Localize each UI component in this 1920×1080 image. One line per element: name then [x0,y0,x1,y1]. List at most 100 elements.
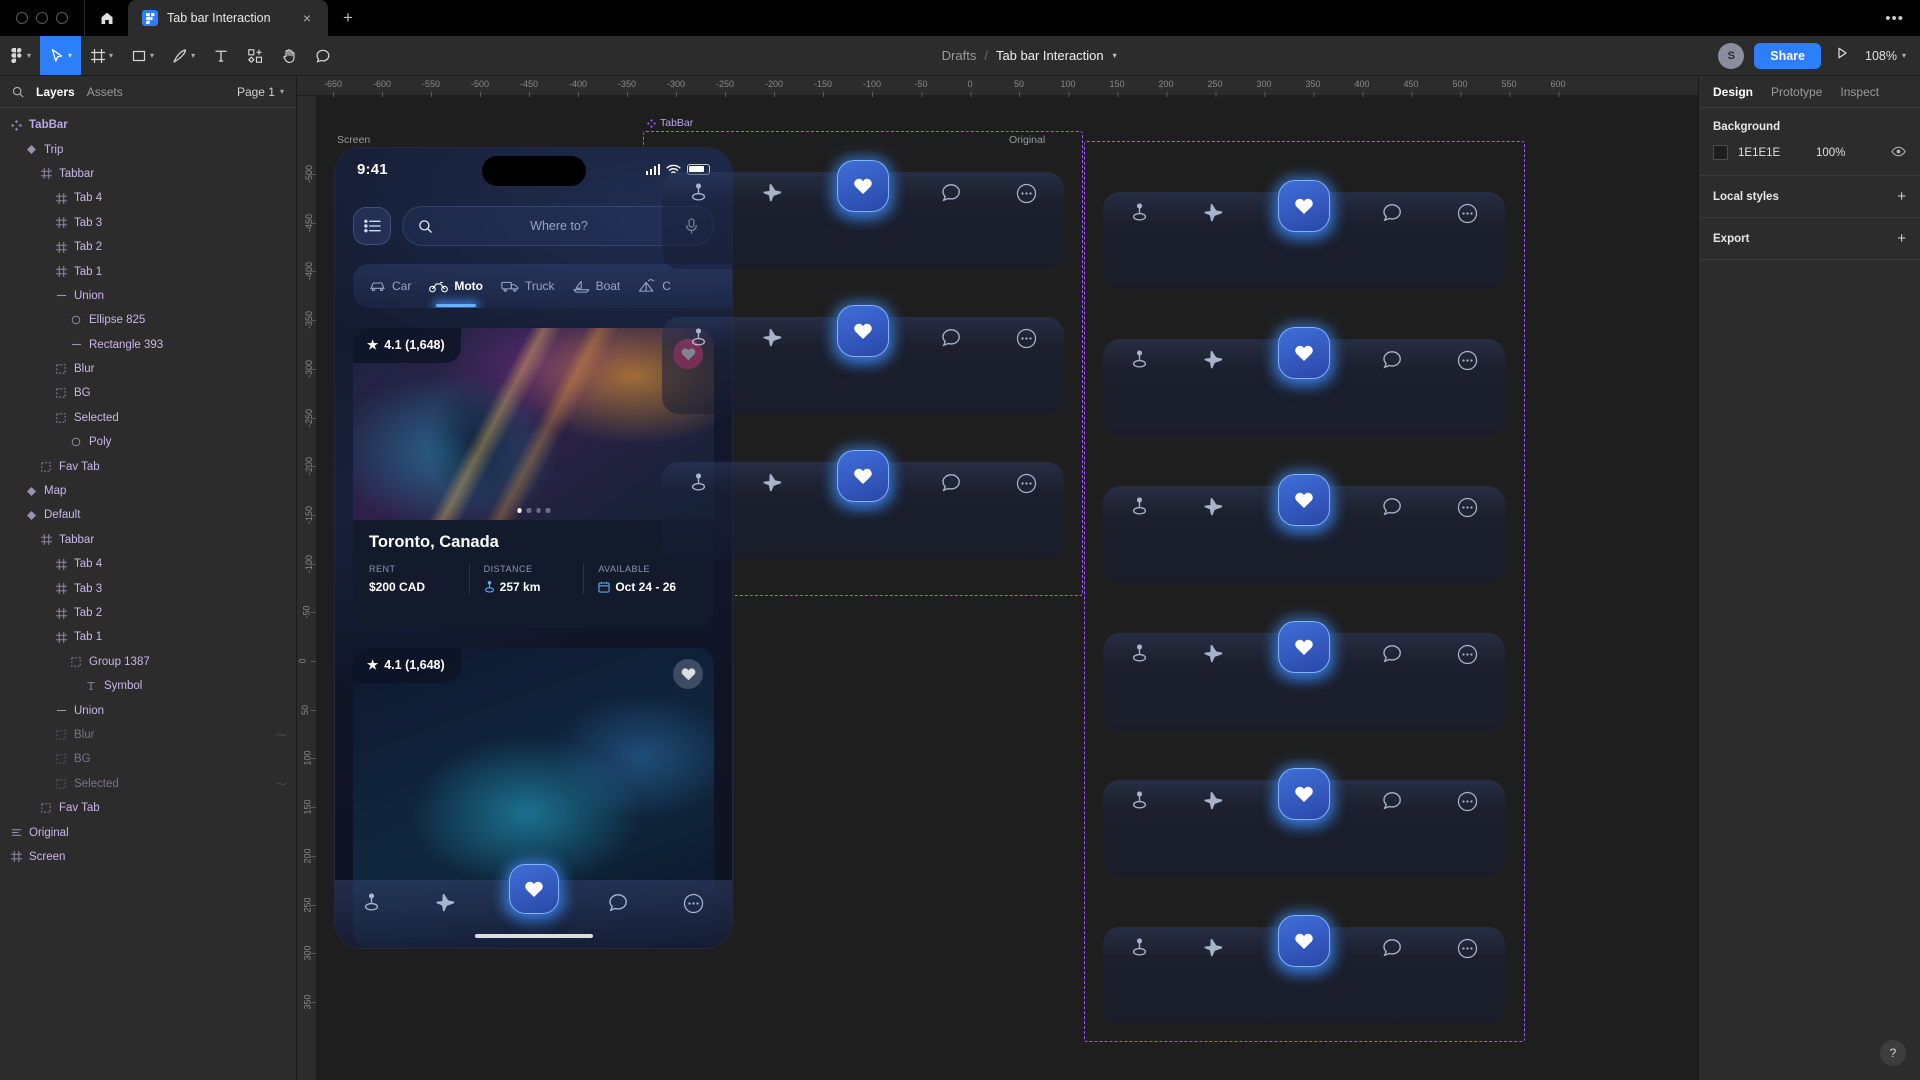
tabbar-chat-button[interactable] [941,183,961,207]
layer-row-tab-2[interactable]: Tab 2 [0,601,296,625]
tabbar-plane-button[interactable] [1203,350,1224,374]
chip-car[interactable]: Car [369,279,411,293]
tabbar-plane-button[interactable] [1203,203,1224,227]
tabbar-favorite-node[interactable] [1278,768,1330,820]
tab-more-button[interactable] [683,893,704,919]
tab-chat-button[interactable] [608,893,628,917]
search-icon[interactable] [12,86,24,98]
window-traffic-lights[interactable] [0,0,84,36]
tabbar-original-variant-1[interactable] [1103,174,1505,289]
tabbar-chat-button[interactable] [1382,350,1402,374]
layer-row-group-1387[interactable]: Group 1387 [0,650,296,674]
tabbar-more-button[interactable] [1016,183,1037,209]
tabbar-more-button[interactable] [1016,473,1037,499]
tabbar-chat-button[interactable] [1382,938,1402,962]
tabbar-plane-button[interactable] [762,183,783,207]
tabbar-chat-button[interactable] [1382,791,1402,815]
layer-row-union[interactable]: Union [0,284,296,308]
tabbar-chat-button[interactable] [941,473,961,497]
layer-row-blur[interactable]: Blur [0,357,296,381]
tabbar-more-button[interactable] [1457,791,1478,817]
carousel-dots-1[interactable] [517,508,550,513]
pen-tool-button[interactable]: ▾ [163,36,204,75]
background-opacity-value[interactable]: 100% [1816,147,1872,159]
tabbar-favorite-node[interactable] [1278,621,1330,673]
layer-row-tabbar[interactable]: TabBar [0,113,296,137]
layer-row-rectangle-393[interactable]: Rectangle 393 [0,333,296,357]
tabbar-pin-button[interactable] [1131,791,1148,815]
layer-row-tab-3[interactable]: Tab 3 [0,211,296,235]
figma-menu-button[interactable]: ▾ [0,36,40,75]
background-color-swatch[interactable] [1713,145,1728,160]
tab-design[interactable]: Design [1713,85,1753,99]
tabbar-chat-button[interactable] [1382,644,1402,668]
tabbar-pin-button[interactable] [690,473,707,497]
layer-row-tab-4[interactable]: Tab 4 [0,186,296,210]
tabbar-favorite-node[interactable] [837,450,889,502]
layer-row-tab-4[interactable]: Tab 4 [0,552,296,576]
tabbar-chat-button[interactable] [941,328,961,352]
frame-tool-button[interactable]: ▾ [81,36,122,75]
text-tool-button[interactable] [204,36,238,75]
layer-row-fav-tab[interactable]: Fav Tab [0,796,296,820]
window-overflow-menu[interactable]: ••• [1869,0,1920,36]
tabbar-favorite-node[interactable] [1278,915,1330,967]
chip-truck[interactable]: Truck [501,279,555,293]
tabbar-pin-button[interactable] [690,328,707,352]
tabbar-favorite-node[interactable] [1278,474,1330,526]
home-button[interactable] [84,0,128,36]
tabbar-favorite-node[interactable] [1278,327,1330,379]
shape-tool-button[interactable]: ▾ [122,36,163,75]
tabbar-favorite-node[interactable] [1278,180,1330,232]
layer-row-tab-2[interactable]: Tab 2 [0,235,296,259]
phone-favorite-tab-node[interactable] [508,864,559,914]
avatar[interactable]: S [1718,42,1745,69]
comment-tool-button[interactable] [306,36,340,75]
tab-prototype[interactable]: Prototype [1771,85,1822,99]
layer-row-union[interactable]: Union [0,698,296,722]
tabbar-more-button[interactable] [1016,328,1037,354]
tabbar-plane-button[interactable] [1203,938,1224,962]
breadcrumb-root[interactable]: Drafts [942,48,977,63]
tabbar-plane-button[interactable] [762,473,783,497]
hand-tool-button[interactable] [272,36,306,75]
tab-plane-button[interactable] [435,893,456,917]
move-tool-button[interactable]: ▾ [40,36,82,75]
tabbar-pin-button[interactable] [1131,497,1148,521]
layer-row-tabbar[interactable]: Tabbar [0,162,296,186]
tabbar-selected-variant-3[interactable] [662,444,1064,559]
canvas-stage[interactable]: Screen TabBar Original 9:41 Where to? Ca… [317,96,1698,1080]
background-hex-value[interactable]: 1E1E1E [1738,147,1816,159]
visibility-toggle-button[interactable] [1891,146,1906,160]
tab-layers[interactable]: Layers [36,85,75,99]
layer-row-bg[interactable]: BG [0,747,296,771]
page-selector[interactable]: Page 1 ▾ [237,85,284,99]
layer-row-bg[interactable]: BG [0,381,296,405]
close-window-button[interactable] [16,12,28,24]
breadcrumb-file-name[interactable]: Tab bar Interaction [996,48,1104,63]
tabbar-plane-button[interactable] [762,328,783,352]
layer-row-trip[interactable]: Trip [0,137,296,161]
tabbar-favorite-node[interactable] [837,160,889,212]
layer-row-original[interactable]: Original [0,820,296,844]
tabbar-selected-variant-1[interactable] [662,154,1064,269]
tabbar-original-variant-6[interactable] [1103,909,1505,1024]
layer-row-screen[interactable]: Screen [0,845,296,869]
tab-pin-button[interactable] [363,893,380,917]
tabbar-more-button[interactable] [1457,644,1478,670]
tabbar-original-variant-4[interactable] [1103,615,1505,730]
tab-assets[interactable]: Assets [87,85,123,99]
tabbar-plane-button[interactable] [1203,791,1224,815]
layer-row-blur[interactable]: Blur 〜 [0,723,296,747]
tabbar-more-button[interactable] [1457,203,1478,229]
chevron-down-icon[interactable]: ▾ [1113,51,1117,60]
close-tab-button[interactable]: × [298,11,316,25]
tabbar-pin-button[interactable] [690,183,707,207]
layer-row-fav-tab[interactable]: Fav Tab [0,454,296,478]
layer-row-map[interactable]: Map [0,479,296,503]
list-menu-button[interactable] [353,207,391,245]
layer-row-default[interactable]: Default [0,503,296,527]
components-button[interactable] [238,36,272,75]
chip-camp[interactable]: C [638,279,671,293]
share-button[interactable]: Share [1754,42,1821,69]
